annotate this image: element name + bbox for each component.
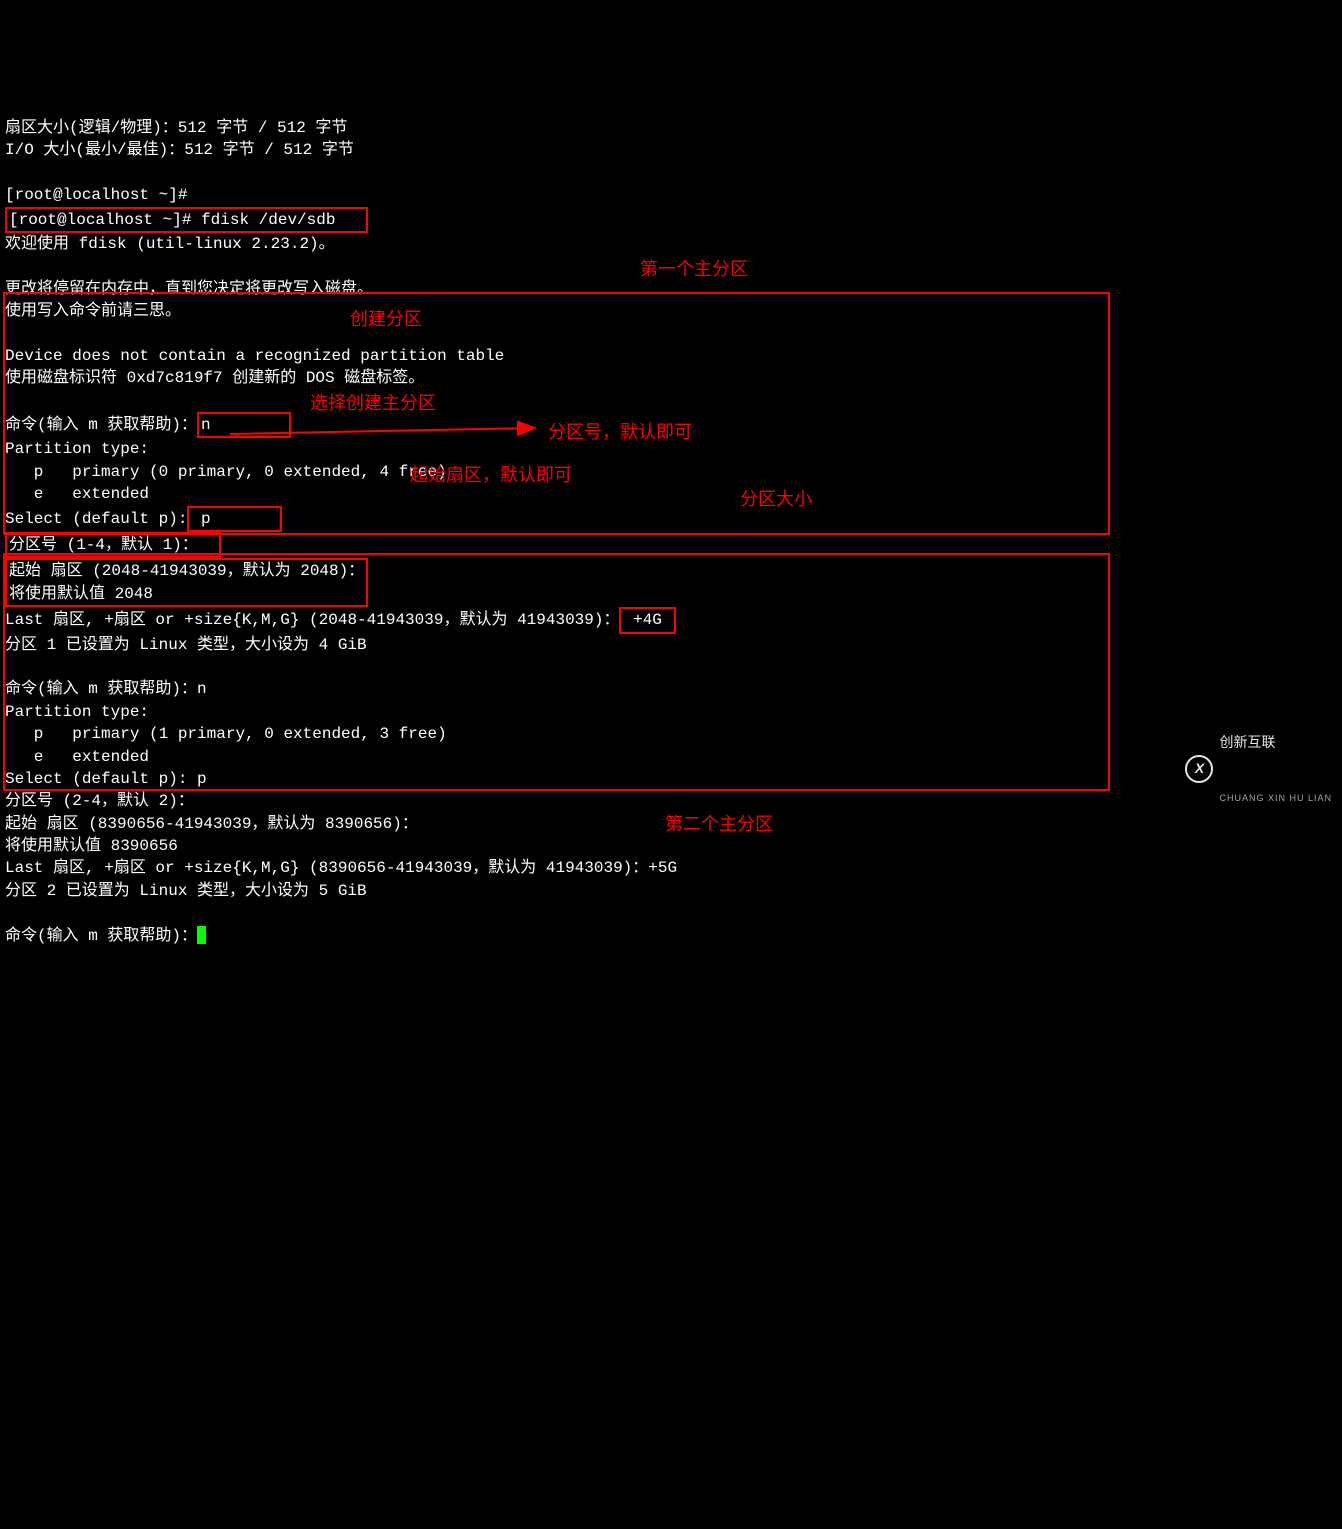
partition1-outer-box [3,292,1110,535]
sector-size-line: 扇区大小(逻辑/物理)：512 字节 / 512 字节 [5,119,347,137]
annotation-partition-number: 分区号，默认即可 [548,420,692,445]
annotation-second-partition: 第二个主分区 [665,812,773,837]
p2-last-sector: Last 扇区, +扇区 or +size{K,M,G} (8390656-41… [5,859,677,877]
welcome-line: 欢迎使用 fdisk (util-linux 2.23.2)。 [5,235,335,253]
annotation-select-primary: 选择创建主分区 [310,391,436,416]
annotation-partition-size: 分区大小 [740,487,812,512]
annotation-start-sector: 起始扇区，默认即可 [410,463,572,488]
annotation-create-partition: 创建分区 [350,307,422,332]
cursor-icon [197,926,206,944]
final-prompt: 命令(输入 m 获取帮助)： [5,927,197,945]
p2-start-sector: 起始 扇区 (8390656-41943039，默认为 8390656)： [5,815,418,833]
fdisk-command-box: [root@localhost ~]# fdisk /dev/sdb [5,207,368,233]
annotation-first-partition: 第一个主分区 [640,257,748,282]
watermark-logo-icon: X [1185,755,1213,783]
p2-default-value: 将使用默认值 8390656 [5,837,178,855]
p2-result: 分区 2 已设置为 Linux 类型，大小设为 5 GiB [5,882,367,900]
prompt-line-1: [root@localhost ~]# [5,186,187,204]
watermark-sub: CHUANG XIN HU LIAN [1219,792,1332,805]
watermark-main: 创新互联 [1219,733,1332,753]
watermark: X 创新互联 CHUANG XIN HU LIAN [1185,694,1332,844]
io-size-line: I/O 大小(最小/最佳)：512 字节 / 512 字节 [5,141,354,159]
p2-partnum: 分区号 (2-4，默认 2)： [5,792,194,810]
partition2-outer-box [3,553,1110,791]
